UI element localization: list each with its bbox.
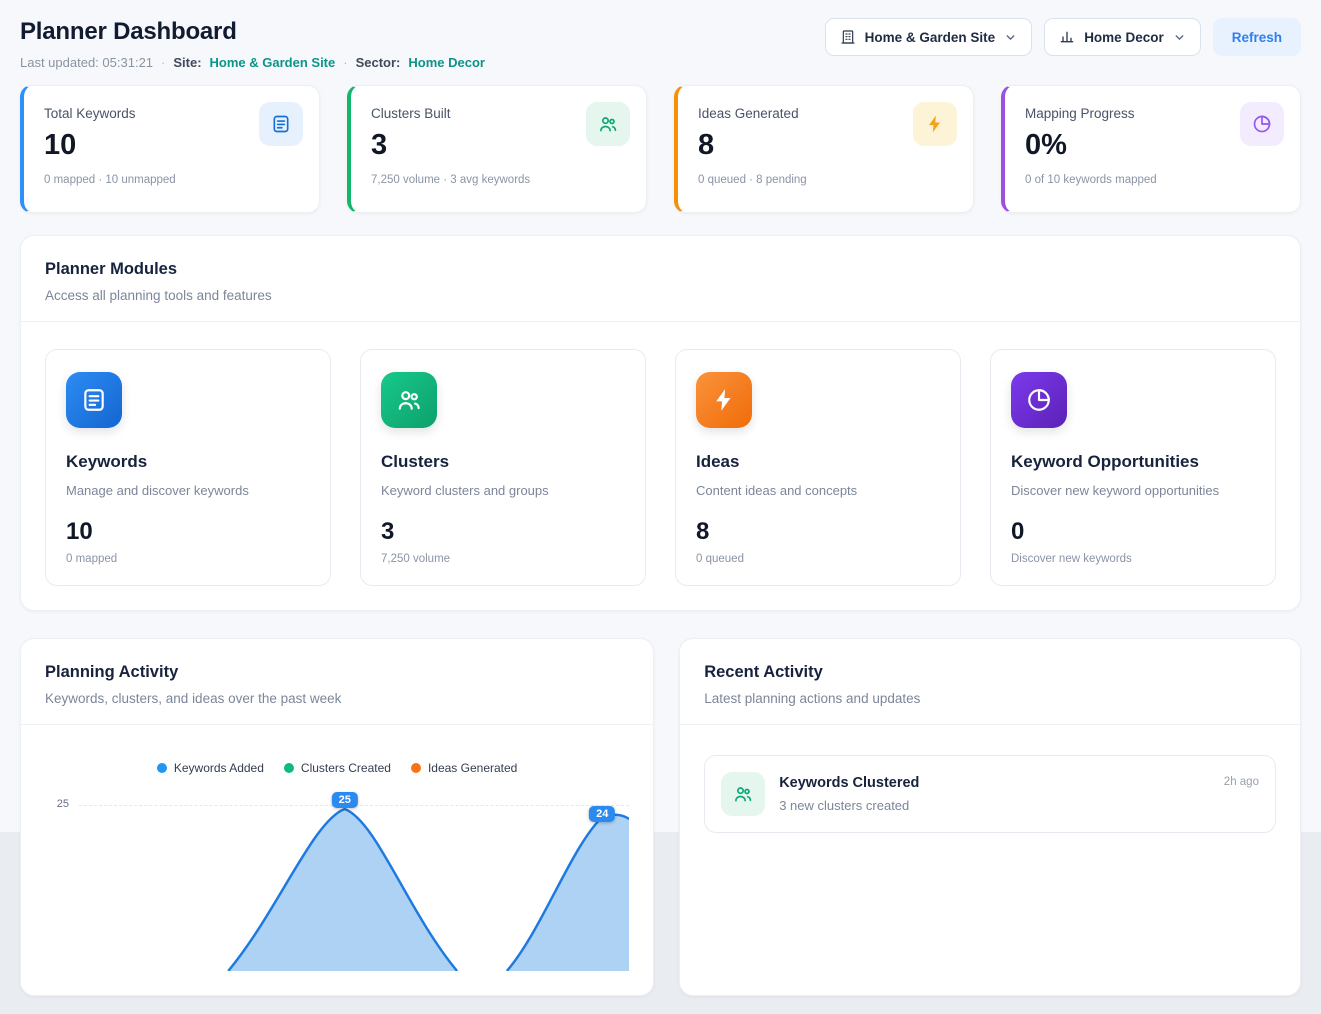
stat-detail: 7,250 volume · 3 avg keywords bbox=[371, 174, 626, 186]
legend-item-clusters-created: Clusters Created bbox=[284, 761, 391, 775]
module-detail: 0 mapped bbox=[66, 553, 310, 565]
document-icon bbox=[66, 372, 122, 428]
module-value: 0 bbox=[1011, 518, 1255, 546]
legend-item-keywords-added: Keywords Added bbox=[157, 761, 264, 775]
module-title: Keywords bbox=[66, 452, 310, 472]
legend-dot bbox=[411, 763, 421, 773]
section-subtitle: Keywords, clusters, and ideas over the p… bbox=[45, 691, 629, 706]
recent-activity-panel: Recent Activity Latest planning actions … bbox=[679, 638, 1301, 996]
activity-description: 3 new clusters created bbox=[779, 798, 919, 813]
legend-label: Keywords Added bbox=[174, 761, 264, 775]
chevron-down-icon bbox=[1173, 31, 1186, 44]
module-title: Keyword Opportunities bbox=[1011, 452, 1255, 472]
users-icon bbox=[381, 372, 437, 428]
stats-row: Total Keywords 10 0 mapped · 10 unmapped… bbox=[20, 85, 1301, 213]
data-point-label: 24 bbox=[589, 806, 615, 822]
module-value: 3 bbox=[381, 518, 625, 546]
users-icon bbox=[721, 772, 765, 816]
legend-label: Ideas Generated bbox=[428, 761, 517, 775]
module-detail: Discover new keywords bbox=[1011, 553, 1255, 565]
lightning-icon bbox=[696, 372, 752, 428]
building-icon bbox=[840, 29, 856, 45]
legend-label: Clusters Created bbox=[301, 761, 391, 775]
bottom-row: Planning Activity Keywords, clusters, an… bbox=[20, 638, 1301, 996]
sector-link[interactable]: Home Decor bbox=[408, 55, 485, 70]
sector-selector-value: Home Decor bbox=[1084, 30, 1164, 45]
stat-card-total-keywords: Total Keywords 10 0 mapped · 10 unmapped bbox=[20, 85, 320, 213]
stat-card-mapping-progress: Mapping Progress 0% 0 of 10 keywords map… bbox=[1001, 85, 1301, 213]
page-meta: Last updated: 05:31:21 · Site: Home & Ga… bbox=[20, 55, 485, 70]
divider bbox=[680, 724, 1300, 725]
activity-body: Keywords Clustered 3 new clusters create… bbox=[779, 772, 919, 813]
planning-activity-panel: Planning Activity Keywords, clusters, an… bbox=[20, 638, 654, 996]
module-card-keyword-opportunities[interactable]: Keyword Opportunities Discover new keywo… bbox=[990, 349, 1276, 586]
area-series-keywords-added bbox=[79, 791, 629, 971]
activity-item-keywords-clustered: Keywords Clustered 3 new clusters create… bbox=[704, 755, 1276, 833]
stat-card-clusters-built: Clusters Built 3 7,250 volume · 3 avg ke… bbox=[347, 85, 647, 213]
chart-plot-area: 25 24 bbox=[79, 791, 629, 971]
section-subtitle: Access all planning tools and features bbox=[45, 288, 1276, 303]
module-card-ideas[interactable]: Ideas Content ideas and concepts 8 0 que… bbox=[675, 349, 961, 586]
divider bbox=[21, 724, 653, 725]
refresh-button[interactable]: Refresh bbox=[1213, 18, 1301, 56]
data-point-label: 25 bbox=[332, 792, 358, 808]
divider bbox=[21, 321, 1300, 322]
planner-modules-panel: Planner Modules Access all planning tool… bbox=[20, 235, 1301, 611]
document-icon bbox=[259, 102, 303, 146]
site-selector-dropdown[interactable]: Home & Garden Site bbox=[825, 18, 1033, 56]
module-card-keywords[interactable]: Keywords Manage and discover keywords 10… bbox=[45, 349, 331, 586]
modules-grid: Keywords Manage and discover keywords 10… bbox=[45, 349, 1276, 586]
site-selector-value: Home & Garden Site bbox=[865, 30, 996, 45]
module-title: Clusters bbox=[381, 452, 625, 472]
users-icon bbox=[586, 102, 630, 146]
activity-title: Keywords Clustered bbox=[779, 772, 919, 791]
module-detail: 7,250 volume bbox=[381, 553, 625, 565]
bar-chart-icon bbox=[1059, 29, 1075, 45]
module-description: Content ideas and concepts bbox=[696, 483, 940, 498]
chevron-down-icon bbox=[1004, 31, 1017, 44]
stat-card-ideas-generated: Ideas Generated 8 0 queued · 8 pending bbox=[674, 85, 974, 213]
module-value: 10 bbox=[66, 518, 310, 546]
planner-dashboard-page: Planner Dashboard Last updated: 05:31:21… bbox=[0, 0, 1321, 1014]
module-title: Ideas bbox=[696, 452, 940, 472]
pie-chart-icon bbox=[1240, 102, 1284, 146]
lightning-icon bbox=[913, 102, 957, 146]
site-link[interactable]: Home & Garden Site bbox=[210, 55, 336, 70]
header-controls: Home & Garden Site Home Decor Refresh bbox=[825, 18, 1301, 56]
module-card-clusters[interactable]: Clusters Keyword clusters and groups 3 7… bbox=[360, 349, 646, 586]
section-title: Planning Activity bbox=[45, 663, 629, 682]
meta-separator: · bbox=[343, 55, 347, 70]
stat-detail: 0 of 10 keywords mapped bbox=[1025, 174, 1280, 186]
section-title: Planner Modules bbox=[45, 260, 1276, 279]
pie-chart-icon bbox=[1011, 372, 1067, 428]
sector-selector-dropdown[interactable]: Home Decor bbox=[1044, 18, 1201, 56]
module-description: Discover new keyword opportunities bbox=[1011, 483, 1255, 498]
chart-y-axis: 25 bbox=[45, 791, 79, 971]
meta-separator: · bbox=[161, 55, 165, 70]
y-axis-tick: 25 bbox=[45, 798, 79, 810]
page-header: Planner Dashboard Last updated: 05:31:21… bbox=[20, 18, 1301, 70]
planning-activity-chart: 25 25 24 bbox=[45, 791, 629, 971]
section-subtitle: Latest planning actions and updates bbox=[704, 691, 1276, 706]
legend-dot bbox=[284, 763, 294, 773]
section-title: Recent Activity bbox=[704, 663, 1276, 682]
stat-detail: 0 queued · 8 pending bbox=[698, 174, 953, 186]
header-heading: Planner Dashboard Last updated: 05:31:21… bbox=[20, 18, 485, 70]
legend-dot bbox=[157, 763, 167, 773]
module-detail: 0 queued bbox=[696, 553, 940, 565]
site-label: Site: bbox=[173, 55, 201, 70]
activity-timestamp: 2h ago bbox=[1224, 772, 1259, 788]
module-description: Manage and discover keywords bbox=[66, 483, 310, 498]
chart-legend: Keywords Added Clusters Created Ideas Ge… bbox=[45, 761, 629, 775]
last-updated-text: Last updated: 05:31:21 bbox=[20, 55, 153, 70]
module-value: 8 bbox=[696, 518, 940, 546]
legend-item-ideas-generated: Ideas Generated bbox=[411, 761, 517, 775]
module-description: Keyword clusters and groups bbox=[381, 483, 625, 498]
sector-label: Sector: bbox=[356, 55, 401, 70]
stat-detail: 0 mapped · 10 unmapped bbox=[44, 174, 299, 186]
page-title: Planner Dashboard bbox=[20, 18, 485, 46]
